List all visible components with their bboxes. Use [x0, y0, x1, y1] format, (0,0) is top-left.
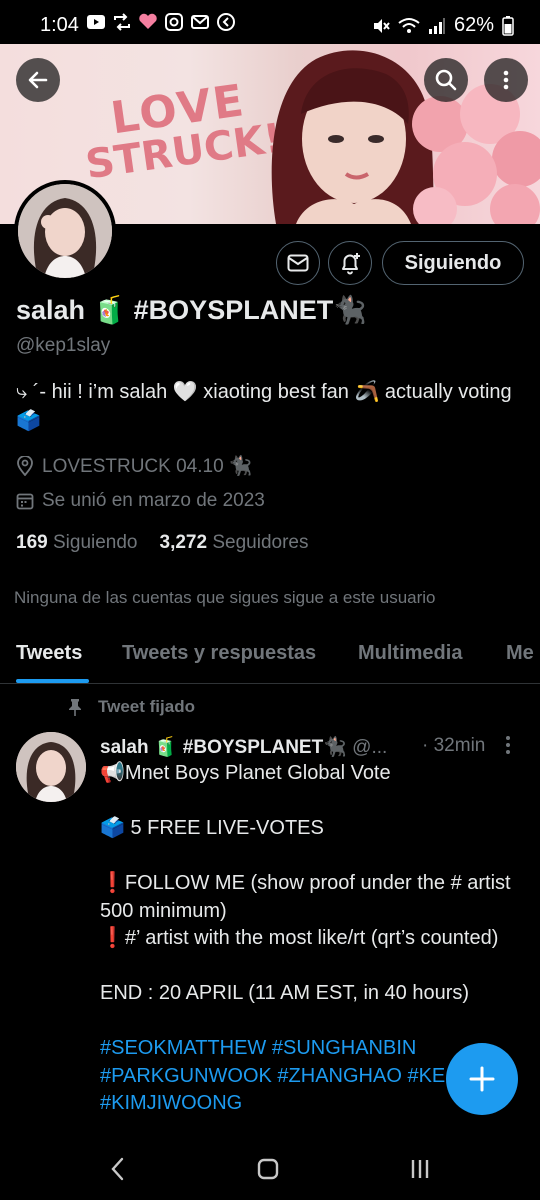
gmail-icon	[191, 15, 209, 29]
status-bar: 1:04 62%	[0, 0, 540, 44]
system-back-button[interactable]	[98, 1154, 138, 1184]
battery-icon	[502, 15, 514, 36]
avatar-image	[18, 184, 112, 278]
user-handle: @kep1slay	[16, 335, 111, 356]
profile-bio: ⤷ ´- hii ! i’m salah 🤍 xiaoting best fan…	[16, 381, 512, 432]
youtube-icon	[87, 15, 105, 29]
following-count-link[interactable]: 169 Siguiendo	[16, 532, 138, 554]
system-recents-button[interactable]	[400, 1154, 440, 1184]
notification-icons	[86, 13, 236, 31]
message-button[interactable]	[276, 241, 320, 285]
tweet-author-avatar[interactable]	[16, 732, 86, 802]
tweet-line: 🗳️ 5 FREE LIVE-VOTES	[100, 817, 324, 839]
followers-count-link[interactable]: 3,272 Seguidores	[160, 532, 309, 554]
retweet-icon	[114, 13, 130, 31]
signal-icon	[428, 17, 445, 34]
tweet-line	[100, 843, 520, 871]
tweet-line: ❗#’ artist with the most like/rt (qrt’s …	[100, 927, 499, 949]
tweet-author-handle: @...	[352, 737, 388, 758]
search-button[interactable]	[424, 58, 468, 102]
compose-tweet-button[interactable]	[446, 1043, 518, 1115]
envelope-icon	[287, 254, 309, 272]
status-time: 1:04	[40, 14, 79, 36]
joined-row: Se unió en marzo de 2023	[16, 490, 265, 512]
wifi-icon	[398, 17, 420, 33]
location-pin-icon	[17, 456, 33, 476]
more-vertical-icon	[503, 70, 509, 90]
system-home-button[interactable]	[248, 1154, 288, 1184]
active-tab-indicator	[16, 679, 89, 683]
instagram-icon	[165, 13, 183, 31]
banner-flowers-image	[412, 84, 540, 224]
tweet-more-button[interactable]	[498, 733, 518, 762]
recents-nav-icon	[411, 1160, 429, 1178]
followers-count: 3,272	[159, 532, 208, 553]
tweet-line: ❗FOLLOW ME (show proof under the # artis…	[100, 872, 511, 922]
battery-percentage: 62%	[453, 14, 494, 36]
tab-tweets-and-replies[interactable]: Tweets y respuestas	[122, 642, 316, 665]
calendar-icon	[16, 493, 34, 510]
notifications-button[interactable]	[328, 241, 372, 285]
tweet-timestamp[interactable]: · 32min	[422, 735, 485, 757]
tweet-line	[100, 1008, 520, 1036]
back-arrow-icon	[28, 71, 48, 89]
system-status: 62%	[372, 14, 514, 37]
joined-text: Se unió en marzo de 2023	[42, 490, 265, 511]
shazam-icon	[217, 13, 235, 31]
plus-icon	[469, 1066, 495, 1092]
tab-tweets[interactable]: Tweets	[16, 642, 82, 665]
back-nav-icon	[111, 1157, 124, 1181]
tab-media[interactable]: Multimedia	[358, 642, 462, 665]
display-name: salah 🧃 #BOYSPLANET🐈‍⬛	[16, 295, 367, 325]
followers-label: Seguidores	[212, 532, 309, 553]
tweet-line: END : 20 APRIL (11 AM EST, in 40 hours)	[100, 982, 470, 1004]
tweet-line	[100, 953, 520, 981]
location-text: LOVESTRUCK 04.10 🐈‍⬛	[42, 456, 253, 477]
pinned-indicator: Tweet fijado	[68, 697, 195, 717]
following-count: 169	[16, 532, 48, 553]
mute-icon	[373, 18, 390, 33]
mutual-followers-text: Ninguna de las cuentas que sigues sigue …	[14, 588, 436, 607]
system-navigation-bar	[0, 1138, 540, 1200]
pinned-label: Tweet fijado	[98, 697, 195, 716]
pin-icon	[69, 699, 81, 716]
heart-icon	[139, 13, 157, 29]
profile-avatar[interactable]	[14, 180, 116, 282]
tweet-author-name[interactable]: salah 🧃 #BOYSPLANET🐈‍⬛	[100, 737, 347, 758]
location-row: LOVESTRUCK 04.10 🐈‍⬛	[16, 454, 253, 478]
following-label: Siguiendo	[52, 532, 138, 553]
search-icon	[435, 69, 457, 91]
following-button[interactable]: Siguiendo	[382, 241, 524, 285]
tweet-line: 📢Mnet Boys Planet Global Vote	[100, 762, 391, 784]
bell-plus-icon	[342, 253, 360, 275]
tweet-line	[100, 788, 520, 816]
profile-tabs: Tweets Tweets y respuestas Multimedia Me	[0, 632, 540, 684]
back-button[interactable]	[16, 58, 60, 102]
more-vertical-icon	[506, 736, 510, 754]
tweet-header: salah 🧃 #BOYSPLANET🐈‍⬛ @... · 32min	[100, 735, 530, 759]
follow-counts: 169 Siguiendo 3,272 Seguidores	[16, 532, 308, 554]
tab-likes[interactable]: Me	[506, 642, 534, 665]
more-options-button[interactable]	[484, 58, 528, 102]
tweet-avatar-image	[16, 732, 86, 802]
home-nav-icon	[257, 1158, 279, 1180]
